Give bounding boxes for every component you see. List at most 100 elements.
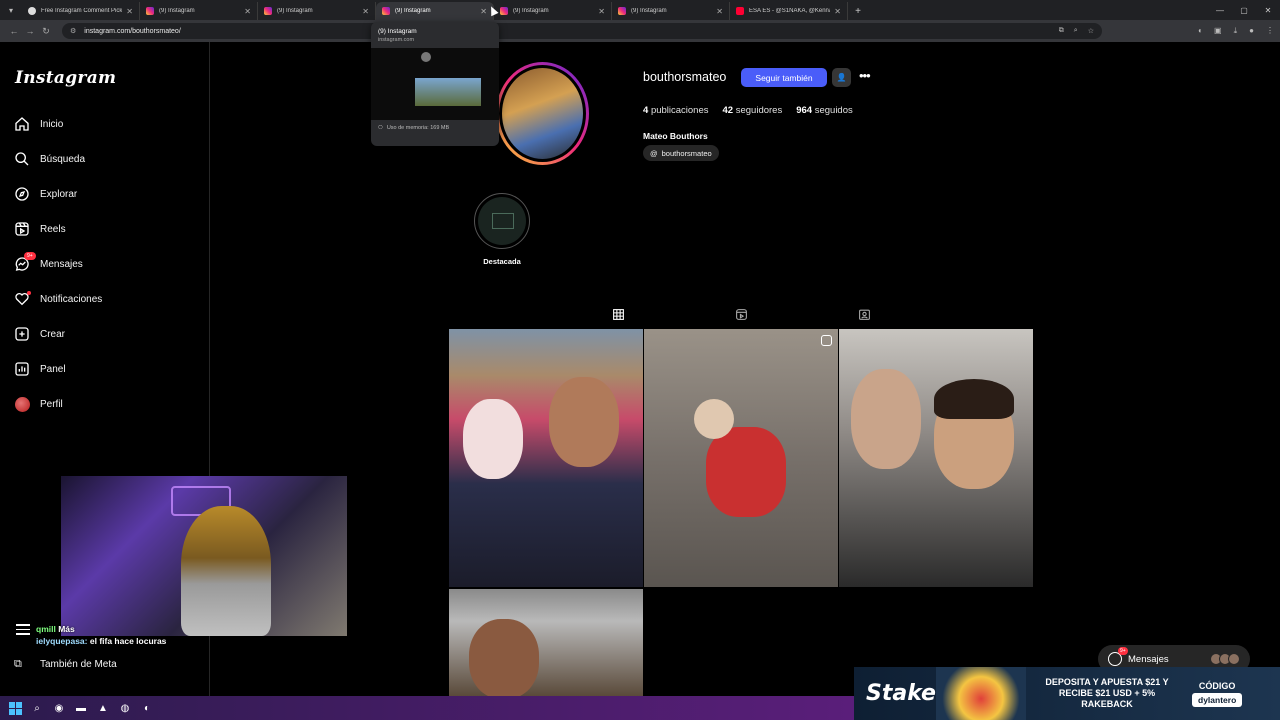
window-controls: — ▢ ✕ (1208, 0, 1280, 20)
profile-icon[interactable]: ● (1249, 26, 1254, 36)
more-options-icon[interactable]: ••• (859, 68, 871, 83)
new-tab-button[interactable]: + (848, 2, 868, 20)
preview-memory: ⎔ Uso de memoria: 169 MB (378, 125, 450, 131)
site-info-icon[interactable]: ⚙ (70, 27, 76, 35)
messages-badge: 9+ (24, 252, 36, 260)
browser-tab-active[interactable]: (9) Instagram ✕ (376, 2, 494, 20)
discord-icon[interactable]: ◐ (140, 701, 154, 715)
extension-icon[interactable]: ◖ (1197, 26, 1202, 36)
sidebar-item-explorar[interactable]: Explorar (14, 183, 77, 205)
browser-toolbar: ← → ↻ ⚙ instagram.com/bouthorsmateo/ ⧉ ⌕… (0, 20, 1280, 42)
home-icon (14, 116, 30, 132)
sidebar-item-crear[interactable]: Crear (14, 323, 65, 345)
sidebar-item-mensajes[interactable]: 9+ Mensajes (14, 252, 83, 275)
instagram-icon (382, 7, 390, 15)
reels-icon (735, 308, 747, 320)
hamburger-icon[interactable] (16, 624, 30, 635)
url-text: instagram.com/bouthorsmateo/ (84, 27, 181, 35)
tab-hover-preview: (9) Instagram instagram.com ⎔ Uso de memo… (371, 22, 499, 146)
ad-artwork (936, 667, 1026, 720)
close-icon[interactable]: ✕ (126, 7, 133, 16)
minimize-icon[interactable]: — (1208, 0, 1232, 20)
webcam-overlay (61, 476, 347, 636)
tab-posts[interactable] (608, 304, 628, 324)
stream-chat: qmill Más ielyquepasa: el fifa hace locu… (36, 624, 256, 646)
avatar (14, 396, 30, 412)
reload-icon[interactable]: ↻ (38, 26, 54, 37)
meta-apps-icon: ⧉ (14, 658, 22, 670)
youtube-icon (736, 7, 744, 15)
sidebar-item-panel[interactable]: Panel (14, 358, 66, 380)
profile-full-name: Mateo Bouthors (643, 131, 708, 141)
conversation-avatars (1210, 653, 1240, 665)
chat-line: qmill Más (36, 624, 75, 634)
close-window-icon[interactable]: ✕ (1256, 0, 1280, 20)
profile-stats: 4 publicaciones 42 seguidores 964 seguid… (643, 105, 867, 116)
sidebar-item-busqueda[interactable]: Búsqueda (14, 148, 85, 170)
post-thumbnail[interactable] (839, 329, 1033, 587)
browser-tab[interactable]: (9) Instagram ✕ (140, 2, 258, 20)
sidebar-item-reels[interactable]: Reels (14, 218, 66, 240)
address-bar[interactable]: ⚙ instagram.com/bouthorsmateo/ ⧉ ⌕ ☆ (62, 23, 1102, 39)
photos-icon[interactable]: ▲ (96, 701, 110, 715)
tab-search-icon[interactable]: ▾ (0, 0, 22, 20)
sidebar-item-notificaciones[interactable]: Notificaciones (14, 288, 102, 310)
obs-icon[interactable]: ◍ (118, 701, 132, 715)
add-person-icon: 👤 (836, 73, 847, 82)
messenger-icon: 9+ (14, 252, 36, 272)
windows-start-icon[interactable] (8, 701, 22, 715)
puzzle-icon[interactable]: ▣ (1214, 26, 1222, 36)
instagram-logo[interactable]: Instagram (15, 68, 116, 88)
windows-taskbar: ⌕ ◉ ▬ ▲ ◍ ◐ (0, 696, 854, 720)
close-icon[interactable]: ✕ (716, 7, 723, 16)
explore-icon (14, 186, 30, 202)
close-icon[interactable]: ✕ (244, 7, 251, 16)
browser-tab[interactable]: ESA ES - @S1NAKA, @Kennat ✕ (730, 2, 848, 20)
zoom-icon[interactable]: ⌕ (1074, 27, 1078, 35)
preview-title: (9) Instagram (378, 28, 417, 35)
suggested-users-button[interactable]: 👤 (832, 68, 851, 87)
browser-tab[interactable]: (9) Instagram ✕ (494, 2, 612, 20)
threads-link[interactable]: @ bouthorsmateo (643, 145, 719, 161)
tab-reels[interactable] (731, 304, 751, 324)
chrome-icon[interactable]: ◉ (52, 701, 66, 715)
folder-icon[interactable]: ▬ (74, 701, 88, 715)
back-icon[interactable]: ← (6, 26, 22, 36)
post-thumbnail[interactable] (449, 589, 643, 696)
follow-back-button[interactable]: Seguir también (741, 68, 827, 87)
download-icon[interactable]: ⤓ (1234, 26, 1238, 36)
story-highlight[interactable] (474, 193, 530, 249)
sidebar-item-perfil[interactable]: Perfil (14, 393, 63, 415)
post-thumbnail[interactable] (644, 329, 838, 587)
browser-tab[interactable]: (9) Instagram ✕ (258, 2, 376, 20)
close-icon[interactable]: ✕ (362, 7, 369, 16)
install-icon[interactable]: ⧉ (1059, 27, 1064, 35)
grid-icon (612, 308, 624, 320)
forward-icon[interactable]: → (22, 26, 38, 36)
sidebar-item-meta[interactable]: ⧉ También de Meta (14, 658, 117, 671)
browser-tab[interactable]: Free Instagram Comment Picker ✕ (22, 2, 140, 20)
close-icon[interactable]: ✕ (480, 7, 487, 16)
close-icon[interactable]: ✕ (834, 7, 841, 16)
maximize-icon[interactable]: ▢ (1232, 0, 1256, 20)
following-count[interactable]: 964 seguidos (796, 105, 853, 116)
tab-tagged[interactable] (854, 304, 874, 324)
reels-icon (14, 221, 30, 237)
profile-picture[interactable] (496, 62, 589, 165)
ad-offer: DEPOSITA Y APUESTA $21 Y RECIBE $21 USD … (1045, 677, 1169, 709)
post-thumbnail[interactable] (449, 329, 643, 587)
preview-thumbnail (371, 48, 499, 120)
menu-icon[interactable]: ⋮ (1266, 26, 1274, 36)
followers-count[interactable]: 42 seguidores (723, 105, 783, 116)
sidebar-item-inicio[interactable]: Inicio (14, 113, 63, 135)
instagram-icon (500, 7, 508, 15)
bookmark-star-icon[interactable]: ☆ (1088, 27, 1094, 35)
search-icon[interactable]: ⌕ (30, 701, 44, 715)
preview-url: instagram.com (378, 37, 415, 43)
instagram-icon (146, 7, 154, 15)
close-icon[interactable]: ✕ (598, 7, 605, 16)
comment-icon (28, 7, 36, 15)
browser-tab[interactable]: (9) Instagram ✕ (612, 2, 730, 20)
messenger-icon: 9+ (1108, 647, 1128, 666)
heart-icon (14, 291, 31, 307)
